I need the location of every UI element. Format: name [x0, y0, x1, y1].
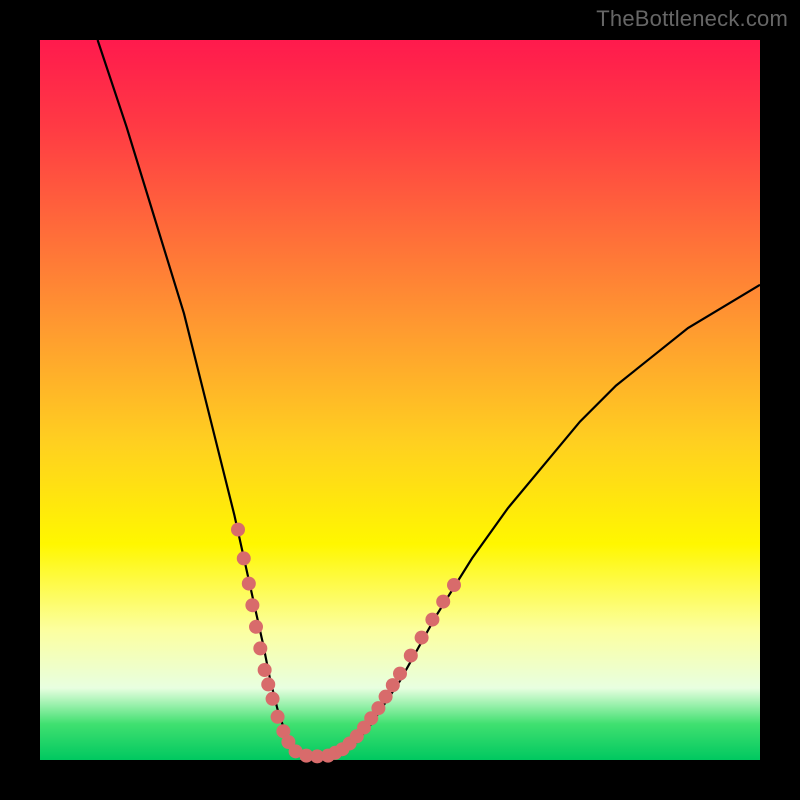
data-point: [404, 649, 418, 663]
plot-area: [40, 40, 760, 760]
bottleneck-curve: [98, 40, 760, 756]
data-points: [231, 523, 461, 764]
data-point: [245, 598, 259, 612]
data-point: [271, 710, 285, 724]
data-point: [425, 613, 439, 627]
data-point: [237, 551, 251, 565]
data-point: [415, 631, 429, 645]
chart-stage: TheBottleneck.com: [0, 0, 800, 800]
data-point: [386, 678, 400, 692]
data-point: [242, 577, 256, 591]
data-point: [249, 620, 263, 634]
data-point: [393, 667, 407, 681]
chart-svg: [40, 40, 760, 760]
data-point: [253, 641, 267, 655]
data-point: [261, 677, 275, 691]
data-point: [266, 692, 280, 706]
data-point: [436, 595, 450, 609]
data-point: [447, 578, 461, 592]
data-point: [379, 690, 393, 704]
data-point: [231, 523, 245, 537]
data-point: [258, 663, 272, 677]
watermark-text: TheBottleneck.com: [596, 6, 788, 32]
data-point: [371, 701, 385, 715]
